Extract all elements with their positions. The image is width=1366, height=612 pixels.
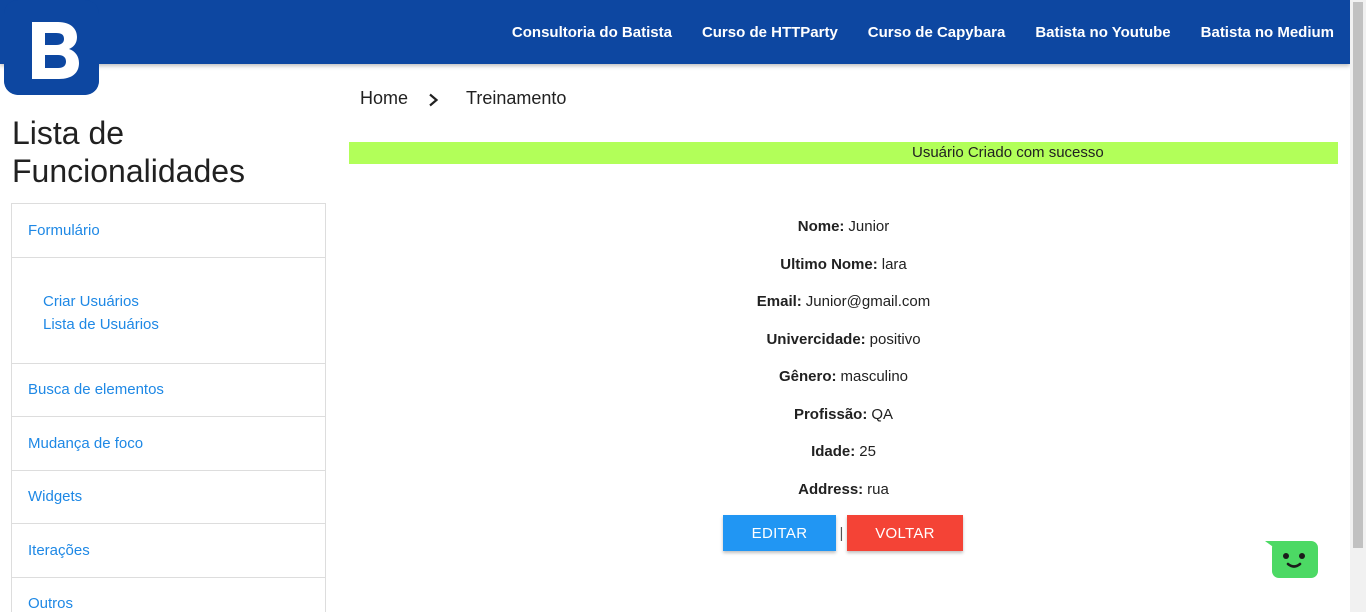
detail-label: Nome: (797, 218, 845, 236)
sidebar-subitem-lista-usuarios[interactable]: Lista de Usuários (43, 313, 325, 336)
nav-link-consultoria[interactable]: Consultoria do Batista (512, 24, 672, 41)
sidebar-item-outros[interactable]: Outros (12, 578, 325, 612)
chevron-right-icon (428, 89, 452, 107)
detail-label: Gênero: (778, 368, 837, 386)
back-button[interactable]: VOLTAR (847, 515, 963, 551)
detail-value: lara (881, 255, 907, 273)
logo[interactable] (4, 0, 99, 95)
breadcrumb-current: Treinamento (466, 87, 567, 108)
detail-label: Univercidade: (766, 330, 866, 348)
page-scrollbar[interactable] (1350, 0, 1366, 612)
detail-row-idade: Idade: 25 (349, 433, 1338, 471)
top-navbar: Consultoria do Batista Curso de HTTParty… (0, 0, 1350, 64)
detail-label: Profissão: (793, 405, 868, 423)
detail-label: Address: (798, 480, 864, 498)
sidebar-item-busca-elementos[interactable]: Busca de elementos (12, 364, 325, 417)
detail-label: Idade: (811, 443, 856, 461)
edit-button[interactable]: EDITAR (723, 515, 836, 551)
detail-value: masculino (840, 368, 909, 386)
detail-row-nome: Nome: Junior (349, 208, 1338, 246)
nav-link-medium[interactable]: Batista no Medium (1201, 24, 1334, 41)
nav-links: Consultoria do Batista Curso de HTTParty… (482, 0, 1334, 64)
detail-row-address: Address: rua (349, 471, 1338, 509)
sidebar-subitem-criar-usuarios[interactable]: Criar Usuários (43, 290, 325, 313)
success-flash-message: Usuário Criado com sucesso (349, 142, 1338, 164)
detail-row-email: Email: Junior@gmail.com (349, 283, 1338, 321)
breadcrumb: Home Treinamento (360, 86, 566, 110)
detail-value: QA (871, 405, 894, 423)
button-separator: | (839, 524, 844, 542)
breadcrumb-home[interactable]: Home (360, 88, 408, 109)
sidebar-item-mudanca-foco[interactable]: Mudança de foco (12, 417, 325, 471)
detail-row-genero: Gênero: masculino (349, 358, 1338, 396)
nav-link-httparty[interactable]: Curso de HTTParty (702, 24, 838, 41)
detail-value: Junior@gmail.com (805, 293, 931, 311)
scrollbar-thumb[interactable] (1353, 2, 1363, 548)
detail-value: 25 (859, 443, 876, 461)
chat-widget-button[interactable] (1264, 538, 1320, 580)
sidebar-title: Lista de Funcionalidades (12, 115, 246, 189)
sidebar-item-widgets[interactable]: Widgets (12, 471, 325, 524)
sidebar-item-iteracoes[interactable]: Iterações (12, 524, 325, 578)
detail-label: Ultimo Nome: (780, 255, 878, 273)
detail-value: rua (867, 480, 889, 498)
detail-label: Email: (756, 293, 802, 311)
sidebar-menu: Formulário Criar Usuários Lista de Usuár… (11, 203, 326, 612)
detail-value: positivo (869, 330, 921, 348)
logo-b-icon (4, 0, 99, 95)
nav-link-youtube[interactable]: Batista no Youtube (1035, 24, 1170, 41)
chat-bot-icon (1265, 541, 1318, 578)
nav-link-capybara[interactable]: Curso de Capybara (868, 24, 1006, 41)
detail-row-universidade: Univercidade: positivo (349, 321, 1338, 359)
user-details: Nome: Junior Ultimo Nome: lara Email: Ju… (349, 208, 1338, 508)
sidebar-item-formulario[interactable]: Formulário (12, 204, 325, 258)
action-buttons: EDITAR | VOLTAR (723, 515, 963, 551)
detail-value: Junior (848, 218, 890, 236)
page: Consultoria do Batista Curso de HTTParty… (0, 0, 1366, 612)
detail-row-profissao: Profissão: QA (349, 396, 1338, 434)
sidebar-submenu-formulario: Criar Usuários Lista de Usuários (12, 258, 325, 364)
detail-row-ultimo-nome: Ultimo Nome: lara (349, 246, 1338, 284)
